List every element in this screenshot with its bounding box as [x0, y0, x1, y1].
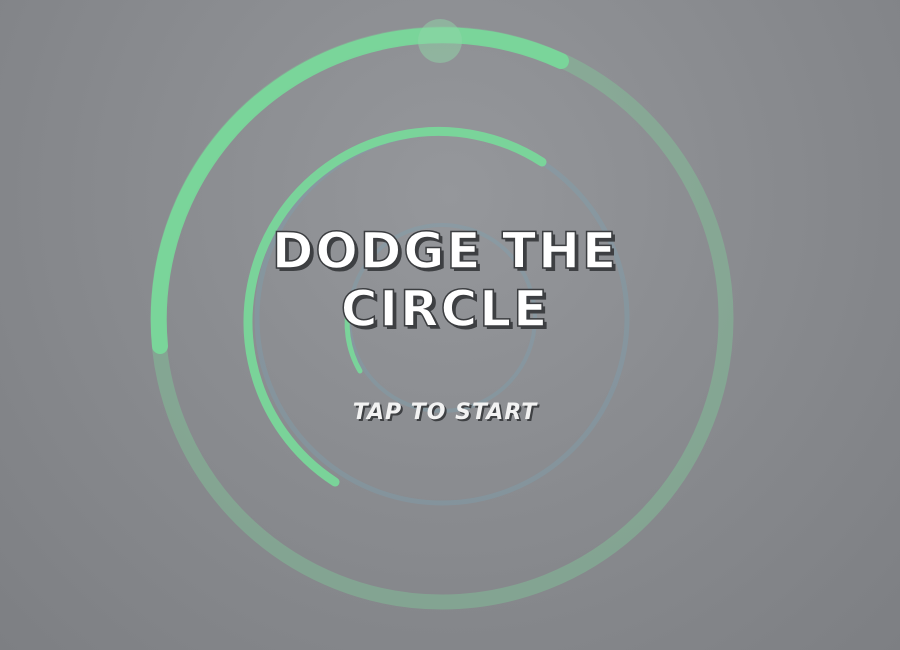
title-line-1: DODGE THE	[271, 221, 619, 281]
game-title: DODGE THE CIRCLE	[150, 221, 740, 339]
title-line-2: CIRCLE	[340, 279, 550, 339]
tap-to-start-button[interactable]: TAP TO START	[250, 400, 640, 425]
game-screen[interactable]: { "game": { "title_line1": "DODGE THE", …	[0, 0, 900, 650]
player-dot	[418, 19, 462, 63]
